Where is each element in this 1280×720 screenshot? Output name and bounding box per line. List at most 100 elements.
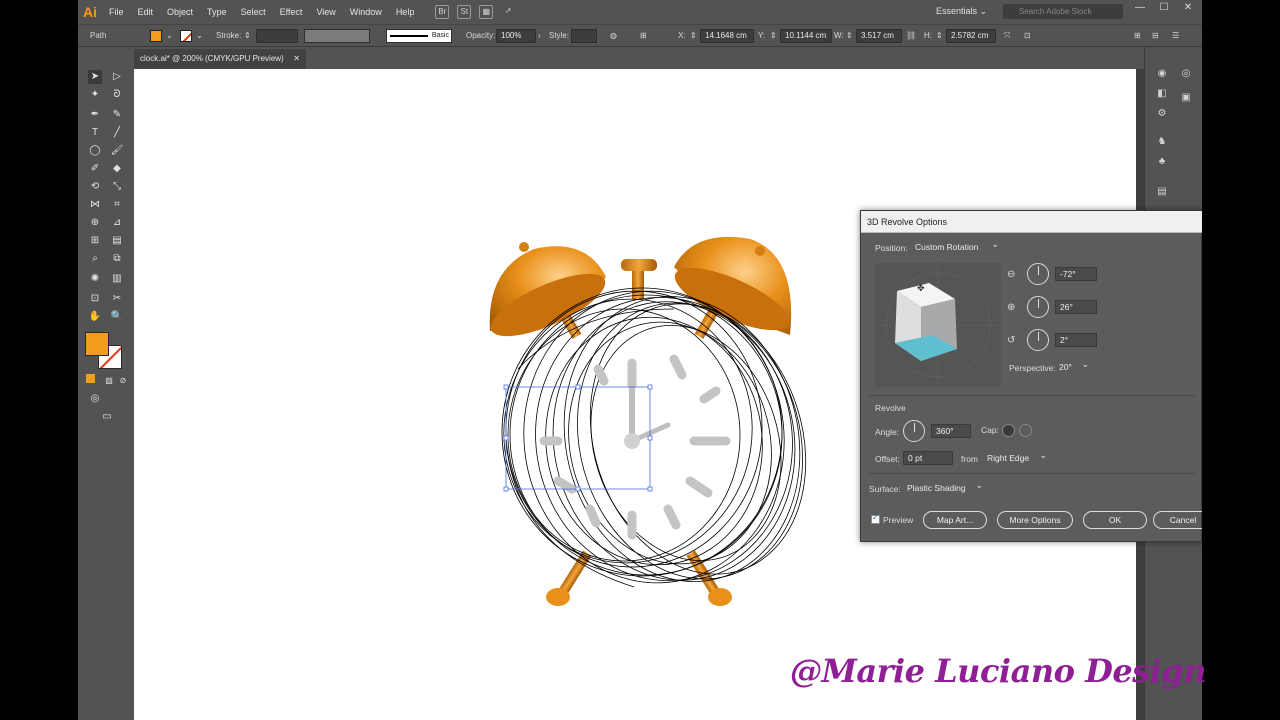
transform-icon[interactable]: ⤧ bbox=[1004, 25, 1010, 47]
lasso-icon[interactable]: ᘐ bbox=[110, 88, 124, 102]
free-transform-icon[interactable]: ⌗ bbox=[110, 198, 124, 212]
arrange-documents-icon[interactable]: ▦ bbox=[479, 5, 494, 19]
eraser-icon[interactable]: ◆ bbox=[110, 162, 124, 176]
rotate-y-field[interactable]: 26° bbox=[1055, 300, 1097, 314]
swatches-panel-icon[interactable]: ▤ bbox=[1155, 185, 1169, 199]
rotate-y-dial[interactable] bbox=[1027, 296, 1049, 318]
position-select[interactable]: Custom Rotation bbox=[911, 237, 1001, 254]
maximize-icon[interactable]: ☐ bbox=[1152, 2, 1176, 13]
constrain-proportions-icon[interactable]: ⛓ bbox=[906, 25, 916, 47]
arrange-icon[interactable]: ⊟ bbox=[1152, 25, 1159, 47]
bridge-icon[interactable]: Br bbox=[435, 5, 450, 19]
left-bell[interactable] bbox=[483, 242, 613, 348]
more-options-button[interactable]: More Options bbox=[997, 511, 1073, 529]
width-tool-icon[interactable]: ⋈ bbox=[88, 198, 102, 212]
stepper-icon[interactable]: ⇕ bbox=[770, 25, 777, 47]
draw-mode-icon[interactable]: ◎ bbox=[88, 392, 102, 406]
brushes-panel-icon[interactable]: ♞ bbox=[1155, 135, 1169, 149]
screen-mode-icon[interactable]: ▭ bbox=[100, 410, 114, 424]
direct-selection-tool-icon[interactable]: ▷ bbox=[110, 70, 124, 84]
variable-width-profile[interactable] bbox=[304, 29, 370, 43]
stroke-weight-field[interactable] bbox=[256, 29, 298, 43]
rotate-z-field[interactable]: 2° bbox=[1055, 333, 1097, 347]
menu-type[interactable]: Type bbox=[200, 7, 234, 17]
menu-select[interactable]: Select bbox=[234, 7, 273, 17]
type-tool-icon[interactable]: T bbox=[88, 126, 102, 140]
x-field[interactable]: 14.1648 cm bbox=[700, 29, 754, 43]
menu-window[interactable]: Window bbox=[343, 7, 389, 17]
ellipse-tool-icon[interactable]: ◯ bbox=[88, 144, 102, 158]
graphic-styles-panel-icon[interactable]: ◎ bbox=[1179, 67, 1193, 81]
w-field[interactable]: 3.517 cm bbox=[856, 29, 902, 43]
opacity-label[interactable]: Opacity: bbox=[466, 25, 495, 47]
line-tool-icon[interactable]: ╱ bbox=[110, 126, 124, 140]
hand-tool-icon[interactable]: ✋ bbox=[88, 310, 102, 324]
surface-select[interactable]: Plastic Shading bbox=[903, 478, 985, 495]
preview-label[interactable]: Preview bbox=[883, 515, 913, 525]
angle-dial[interactable] bbox=[903, 420, 925, 442]
selection-tool-icon[interactable]: ➤ bbox=[88, 70, 102, 84]
offset-field[interactable]: 0 pt bbox=[903, 451, 953, 465]
gradient-tool-icon[interactable]: ▤ bbox=[110, 234, 124, 248]
document-tab[interactable]: clock.ai* @ 200% (CMYK/GPU Preview) ✕ bbox=[134, 49, 306, 69]
angle-field[interactable]: 360° bbox=[931, 424, 971, 438]
perspective-grid-icon[interactable]: ⊿ bbox=[110, 216, 124, 230]
menu-edit[interactable]: Edit bbox=[131, 7, 161, 17]
paintbrush-icon[interactable]: 🖌 bbox=[110, 144, 124, 158]
symbol-sprayer-icon[interactable]: ✺ bbox=[88, 272, 102, 286]
h-field[interactable]: 2.5782 cm bbox=[946, 29, 996, 43]
graph-tool-icon[interactable]: ▥ bbox=[110, 272, 124, 286]
zoom-tool-icon[interactable]: 🔍 bbox=[110, 310, 124, 324]
chevron-right-icon[interactable]: › bbox=[538, 25, 541, 47]
stepper-icon[interactable]: ⇕ bbox=[936, 25, 943, 47]
rotate-tool-icon[interactable]: ⟲ bbox=[88, 180, 102, 194]
cancel-button[interactable]: Cancel bbox=[1153, 511, 1202, 529]
brush-definition[interactable]: Basic bbox=[386, 29, 452, 43]
graphic-style-swatch[interactable] bbox=[571, 29, 597, 43]
rotate-x-dial[interactable] bbox=[1027, 263, 1049, 285]
close-tab-icon[interactable]: ✕ bbox=[293, 49, 300, 69]
stroke-weight-stepper-icon[interactable]: ⇕ bbox=[244, 25, 251, 47]
opacity-field[interactable]: 100% bbox=[496, 29, 536, 43]
close-icon[interactable]: ✕ bbox=[1176, 2, 1200, 13]
menu-object[interactable]: Object bbox=[160, 7, 200, 17]
panel-toggle-icon[interactable]: ⊞ bbox=[1134, 25, 1141, 47]
cap-on-button[interactable] bbox=[1002, 424, 1015, 437]
symbols-panel-icon[interactable]: ♣ bbox=[1155, 155, 1169, 169]
rotate-x-field[interactable]: -72° bbox=[1055, 267, 1097, 281]
links-panel-icon[interactable]: ⚙ bbox=[1155, 107, 1169, 121]
isolate-icon[interactable]: ⊡ bbox=[1024, 25, 1031, 47]
align-icon[interactable]: ⊞ bbox=[640, 25, 647, 47]
shape-builder-icon[interactable]: ⊕ bbox=[88, 216, 102, 230]
ok-button[interactable]: OK bbox=[1083, 511, 1147, 529]
fill-color-swatch[interactable] bbox=[85, 332, 109, 356]
style-label[interactable]: Style: bbox=[549, 25, 569, 47]
stepper-icon[interactable]: ⇕ bbox=[846, 25, 853, 47]
menu-help[interactable]: Help bbox=[389, 7, 422, 17]
rotation-track-cube[interactable]: ✥ bbox=[875, 263, 1001, 387]
workspace-switcher[interactable]: Essentials ⌄ bbox=[936, 6, 987, 17]
menu-effect[interactable]: Effect bbox=[273, 7, 310, 17]
eyedropper-icon[interactable]: ⌕ bbox=[88, 252, 102, 266]
appearance-panel-icon[interactable]: ◉ bbox=[1155, 67, 1169, 81]
magic-wand-icon[interactable]: ✦ bbox=[88, 88, 102, 102]
perspective-field[interactable]: 20° bbox=[1055, 357, 1091, 374]
shaper-tool-icon[interactable]: ✐ bbox=[88, 162, 102, 176]
scale-tool-icon[interactable]: ⤡ bbox=[110, 180, 124, 194]
chevron-down-icon[interactable]: ⌄ bbox=[196, 25, 203, 47]
blend-tool-icon[interactable]: ⧉ bbox=[110, 252, 124, 266]
stroke-label[interactable]: Stroke: bbox=[216, 25, 241, 47]
preview-checkbox[interactable] bbox=[871, 513, 880, 524]
stock-search-input[interactable]: Search Adobe Stock bbox=[1003, 4, 1123, 19]
curvature-tool-icon[interactable]: ✎ bbox=[110, 108, 124, 122]
mesh-tool-icon[interactable]: ⊞ bbox=[88, 234, 102, 248]
stock-icon[interactable]: St bbox=[457, 5, 472, 19]
rotate-z-dial[interactable] bbox=[1027, 329, 1049, 351]
gradient-mode-icon[interactable]: ▨ bbox=[102, 374, 116, 388]
minimize-icon[interactable]: — bbox=[1128, 2, 1152, 13]
recolor-artwork-icon[interactable]: ◍ bbox=[610, 25, 617, 47]
artboard-tool-icon[interactable]: ⊡ bbox=[88, 292, 102, 306]
gpu-performance-icon[interactable]: ➚ bbox=[501, 5, 515, 19]
stroke-swatch[interactable] bbox=[180, 30, 192, 42]
cap-off-button[interactable] bbox=[1019, 424, 1032, 437]
